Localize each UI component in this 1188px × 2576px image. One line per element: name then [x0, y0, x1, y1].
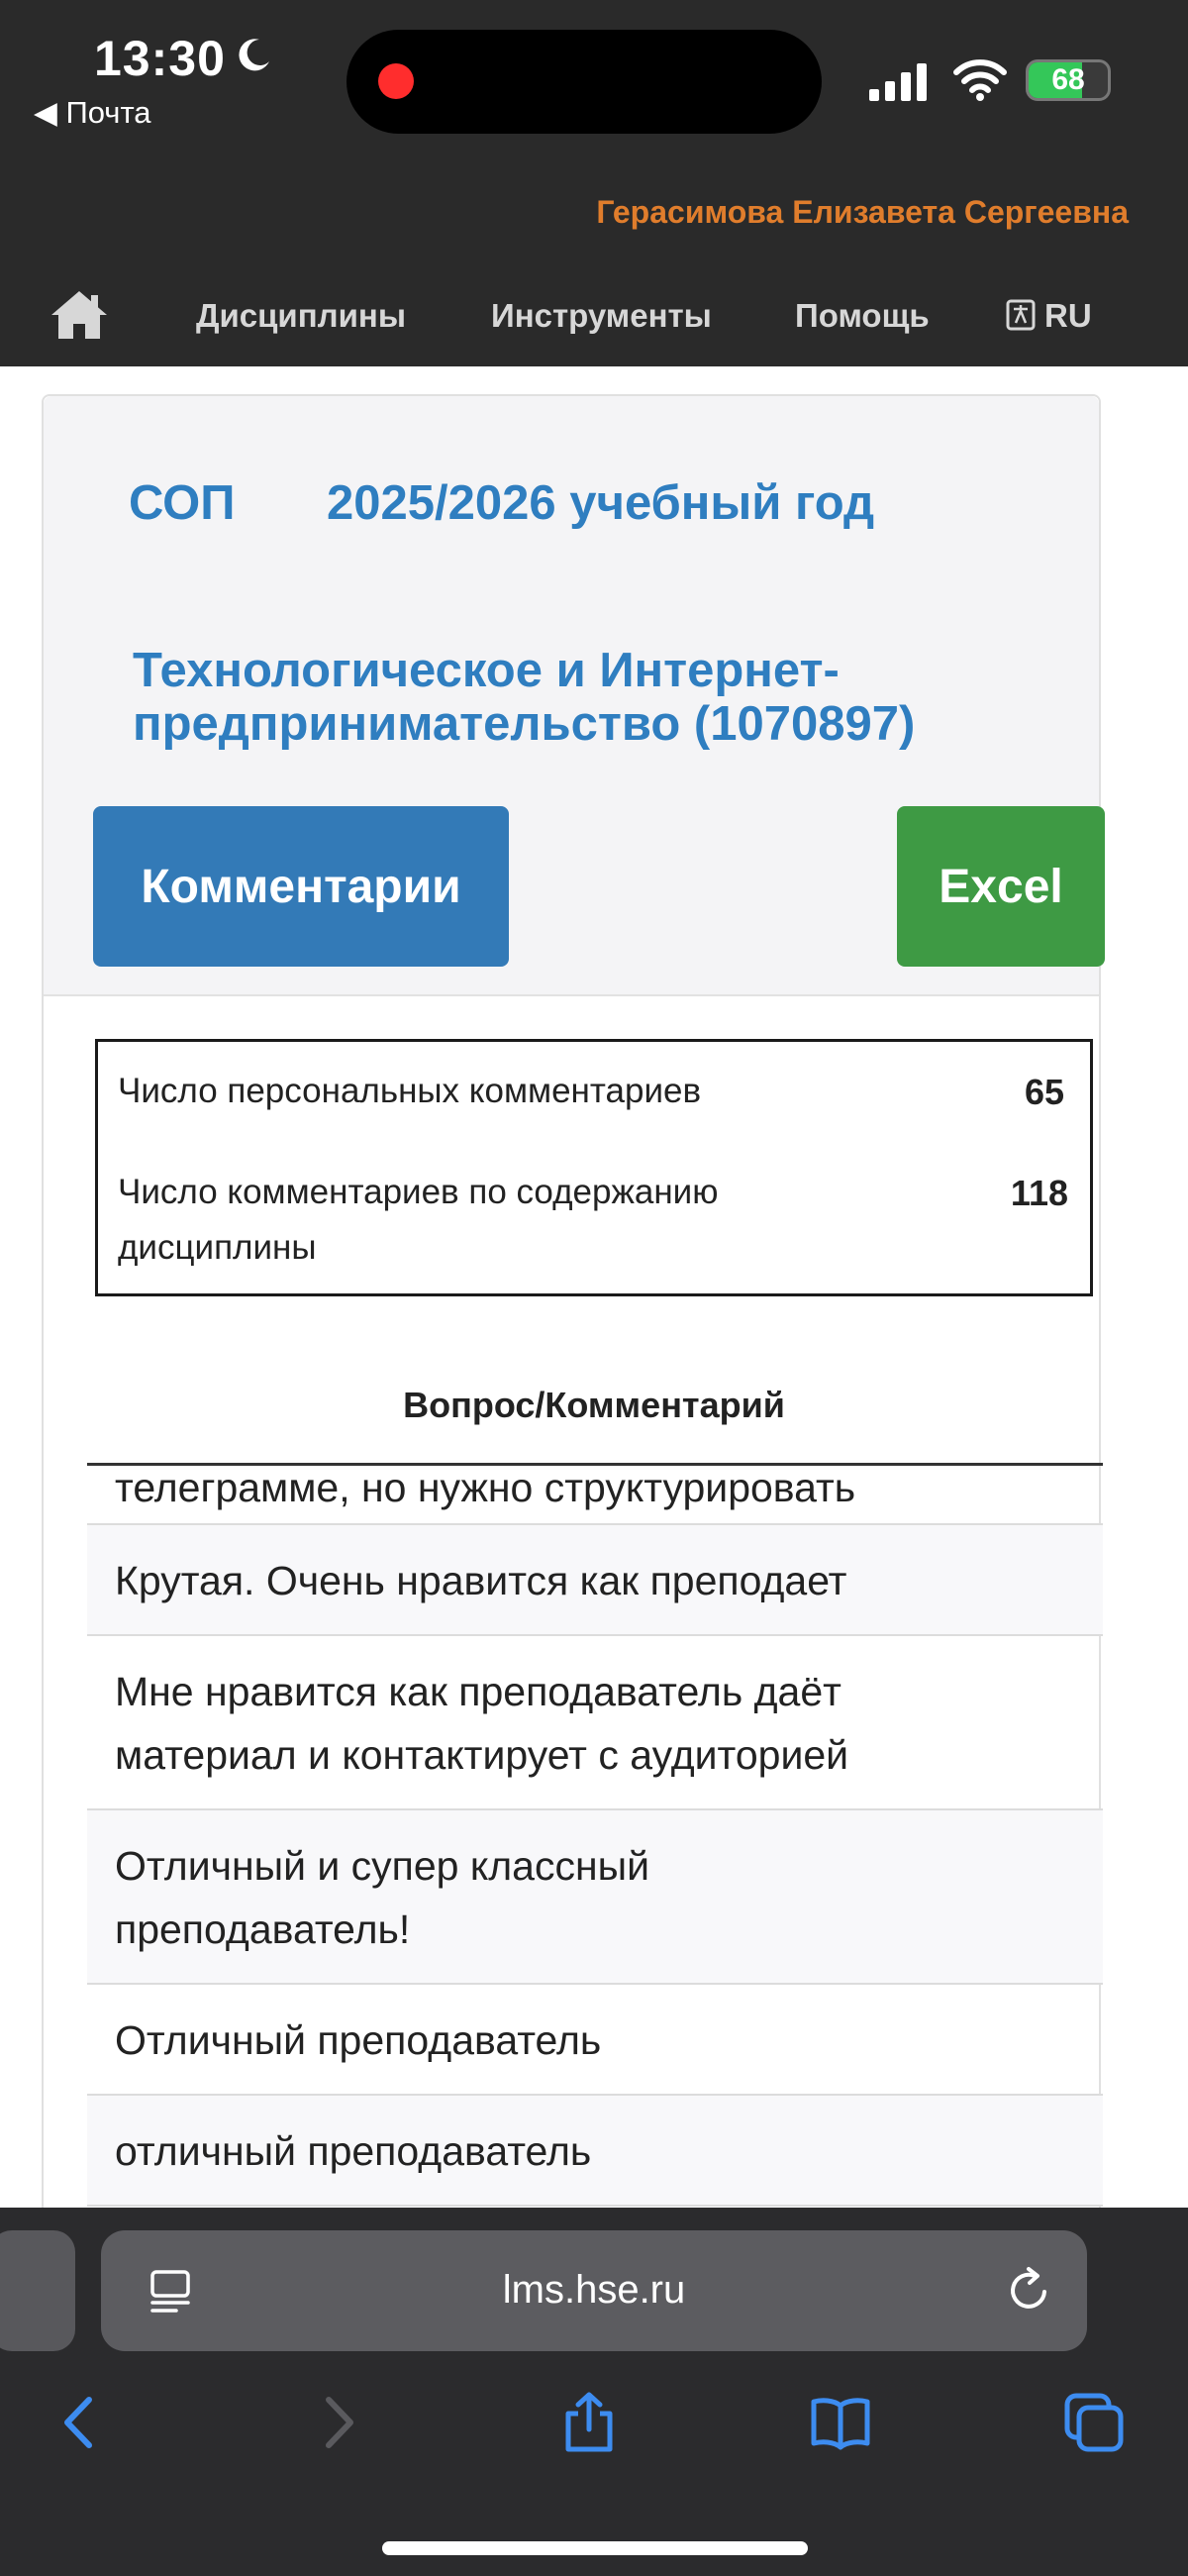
comments-stats-box: Число персональных комментариев 65 Число… [95, 1039, 1093, 1296]
table-row: телеграмме, но нужно структурировать [87, 1465, 1103, 1525]
share-icon[interactable] [558, 2392, 620, 2453]
back-icon[interactable] [50, 2392, 111, 2453]
content-comments-label: Число комментариев по содержанию дисципл… [118, 1165, 718, 1276]
nav-language[interactable]: RU [1044, 297, 1092, 335]
academic-year: 2025/2026 учебный год [327, 476, 875, 530]
home-icon[interactable] [50, 289, 109, 341]
course-title-line-2: предпринимательство (1070897) [133, 697, 916, 751]
content-comments-label-line-1: Число комментариев по содержанию [118, 1173, 719, 1211]
moon-icon [239, 39, 269, 71]
wifi-icon [953, 59, 1007, 101]
comment-text: телеграмме, но нужно структурировать [115, 1465, 856, 1510]
user-bar: Герасимова Елизавета Сергеевна [0, 168, 1188, 267]
battery-icon: 68 [1026, 59, 1111, 101]
comment-text: Мне нравится как преподаватель даёт мате… [115, 1669, 849, 1778]
program-code: СОП [129, 476, 236, 530]
home-indicator[interactable] [382, 2541, 808, 2555]
comment-text: Отличный преподаватель [115, 2017, 602, 2063]
personal-comments-count: 65 [1024, 1072, 1064, 1112]
nav-tools[interactable]: Инструменты [491, 297, 712, 335]
forward-icon[interactable] [307, 2392, 368, 2453]
status-bar: 13:30 ◀ Почта 68 [0, 0, 1188, 168]
content-comments-label-line-2: дисциплины [118, 1228, 317, 1267]
back-to-app-link[interactable]: ◀ Почта [34, 95, 151, 131]
nav-disciplines[interactable]: Дисциплины [196, 297, 406, 335]
table-row: Отличный и супер классный преподаватель! [87, 1810, 1103, 1985]
table-row: Мне нравится как преподаватель даёт мате… [87, 1636, 1103, 1810]
course-title-line-1: Технологическое и Интернет- [133, 644, 840, 697]
comments-column-header: Вопрос/Комментарий [403, 1385, 785, 1425]
comment-text: Отличный и супер классный преподаватель! [115, 1843, 649, 1952]
course-title: Технологическое и Интернет- предпринимат… [133, 644, 915, 751]
reload-icon[interactable] [1005, 2266, 1052, 2314]
clock: 13:30 [94, 31, 226, 86]
table-row: Крутая. Очень нравится как преподает [87, 1525, 1103, 1636]
personal-comments-label: Число персональных комментариев [118, 1072, 702, 1110]
bookmarks-icon[interactable] [810, 2392, 871, 2453]
battery-percent: 68 [1051, 63, 1085, 96]
comment-text: Крутая. Очень нравится как преподает [115, 1558, 847, 1603]
table-row: Отличный преподаватель [87, 1985, 1103, 2096]
nav-help[interactable]: Помощь [795, 297, 930, 335]
content-comments-count: 118 [1010, 1173, 1068, 1213]
language-icon[interactable] [1006, 297, 1036, 333]
comment-text: отличный преподаватель [115, 2128, 592, 2174]
recording-indicator-icon [378, 63, 414, 99]
course-card-header: СОП 2025/2026 учебный год Технологическо… [44, 396, 1105, 996]
comments-table[interactable]: телеграмме, но нужно структурировать Кру… [87, 1463, 1103, 2208]
tabs-icon[interactable] [1063, 2392, 1125, 2453]
table-row: отличный преподаватель [87, 2096, 1103, 2207]
cellular-signal-icon [869, 63, 927, 101]
user-name-link[interactable]: Герасимова Елизавета Сергеевна [596, 194, 1129, 231]
excel-export-button[interactable]: Excel [897, 806, 1105, 967]
comments-button[interactable]: Комментарии [93, 806, 509, 967]
dynamic-island [346, 30, 822, 134]
main-nav: Дисциплины Инструменты Помощь RU [0, 267, 1188, 366]
